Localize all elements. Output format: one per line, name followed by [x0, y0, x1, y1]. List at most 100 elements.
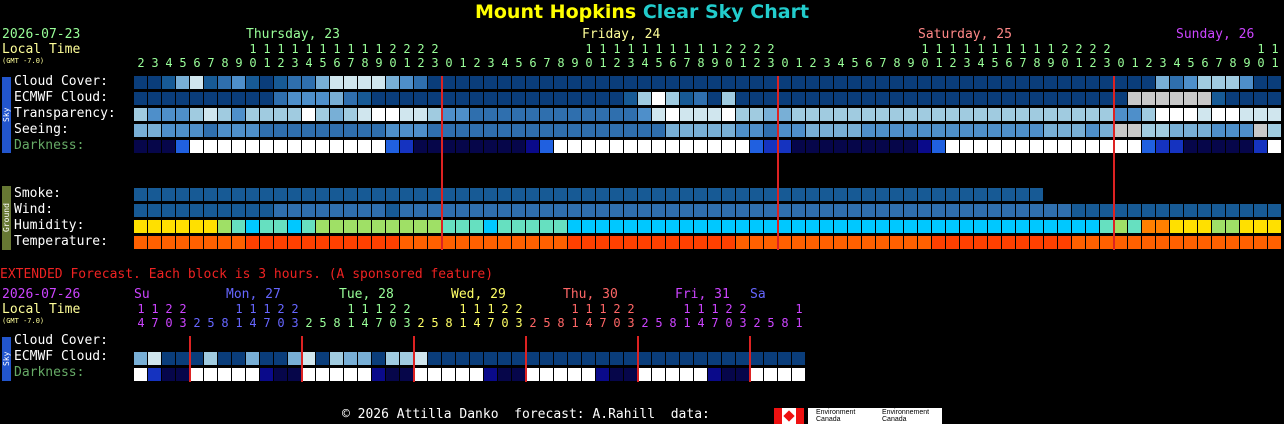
transparency-block [806, 108, 819, 121]
hour-ones: 0 [1061, 56, 1069, 70]
cloud-cover-block [1156, 76, 1169, 89]
seeing-block [806, 124, 819, 137]
humidity-block [792, 220, 805, 233]
extended-ecmwf-block [470, 352, 483, 365]
darkness-block [750, 140, 763, 153]
humidity-block [988, 220, 1001, 233]
smoke-block [1030, 188, 1043, 201]
ecmwf-cloud-block [442, 92, 455, 105]
hour-ones: 1 [1131, 56, 1139, 70]
seeing-block [344, 124, 357, 137]
seeing-block [232, 124, 245, 137]
extended-ecmwf-block [512, 352, 525, 365]
ext-hour-ones: 4 [361, 316, 369, 330]
ecmwf-cloud-block [750, 92, 763, 105]
hour-ones: 6 [193, 56, 201, 70]
hour-tens: 1 [1005, 42, 1013, 56]
hour-ones: 7 [683, 56, 691, 70]
extended-ecmwf-block [302, 352, 315, 365]
ecmwf-cloud-block [1002, 92, 1015, 105]
temperature-block [624, 236, 637, 249]
seeing-block [386, 124, 399, 137]
wind-block [862, 204, 875, 217]
seeing-block [274, 124, 287, 137]
transparency-block [190, 108, 203, 121]
darkness-block [596, 140, 609, 153]
humidity-block [1268, 220, 1281, 233]
darkness-block [1058, 140, 1071, 153]
transparency-block [1198, 108, 1211, 121]
wind-block [1170, 204, 1183, 217]
darkness-block [582, 140, 595, 153]
ext-hour-ones: 0 [725, 316, 733, 330]
temperature-block [512, 236, 525, 249]
ecmwf-cloud-block [1044, 92, 1057, 105]
ext-hour-ones: 5 [543, 316, 551, 330]
seeing-block [148, 124, 161, 137]
cloud-cover-block [652, 76, 665, 89]
humidity-block [414, 220, 427, 233]
wind-block [1058, 204, 1071, 217]
extended-ecmwf-block [736, 352, 749, 365]
transparency-block [1114, 108, 1127, 121]
seeing-block [1184, 124, 1197, 137]
seeing-block [1268, 124, 1281, 137]
wind-block [1002, 204, 1015, 217]
ecmwf-cloud-block [680, 92, 693, 105]
darkness-block [1142, 140, 1155, 153]
extended-ecmwf-block [148, 352, 161, 365]
hour-tens: 1 [949, 42, 957, 56]
seeing-block [1030, 124, 1043, 137]
transparency-block [1240, 108, 1253, 121]
smoke-block [960, 188, 973, 201]
seeing-block [988, 124, 1001, 137]
cloud-cover-block [1086, 76, 1099, 89]
darkness-block [372, 140, 385, 153]
ext-hour-ones: 7 [487, 316, 495, 330]
hour-tens: 1 [683, 42, 691, 56]
cloud-cover-block [974, 76, 987, 89]
hour-ones: 0 [585, 56, 593, 70]
extended-darkness-block [344, 368, 357, 381]
wind-block [204, 204, 217, 217]
seeing-block [372, 124, 385, 137]
hour-tens: 1 [655, 42, 663, 56]
midnight-line [1113, 76, 1115, 250]
transparency-block [372, 108, 385, 121]
seeing-block [1226, 124, 1239, 137]
ecmwf-cloud-block [372, 92, 385, 105]
humidity-block [708, 220, 721, 233]
transparency-block [1058, 108, 1071, 121]
ext-hour-ones: 0 [165, 316, 173, 330]
cloud-cover-block [988, 76, 1001, 89]
smoke-block [162, 188, 175, 201]
seeing-block [190, 124, 203, 137]
hour-ones: 6 [1201, 56, 1209, 70]
wind-block [442, 204, 455, 217]
wind-block [316, 204, 329, 217]
darkness-block [1072, 140, 1085, 153]
ecmwf-cloud-block [134, 92, 147, 105]
smoke-block [400, 188, 413, 201]
temperature-block [652, 236, 665, 249]
humidity-block [1156, 220, 1169, 233]
wind-block [680, 204, 693, 217]
ecmwf-cloud-block [1212, 92, 1225, 105]
humidity-block [134, 220, 147, 233]
ecmwf-cloud-block [610, 92, 623, 105]
humidity-block [330, 220, 343, 233]
gmt-note: (GMT -7.0) [2, 57, 45, 65]
cloud-cover-block [414, 76, 427, 89]
temperature-block [904, 236, 917, 249]
ext-hour-tens: 1 [459, 302, 467, 316]
smoke-block [442, 188, 455, 201]
temperature-block [960, 236, 973, 249]
humidity-block [1072, 220, 1085, 233]
ext-hour-ones: 2 [305, 316, 313, 330]
temperature-block [526, 236, 539, 249]
day-label: Sunday, 26 [1176, 27, 1255, 42]
extended-ecmwf-block [288, 352, 301, 365]
ext-hour-tens: 2 [627, 302, 635, 316]
hour-tens: 2 [403, 42, 411, 56]
transparency-block [988, 108, 1001, 121]
